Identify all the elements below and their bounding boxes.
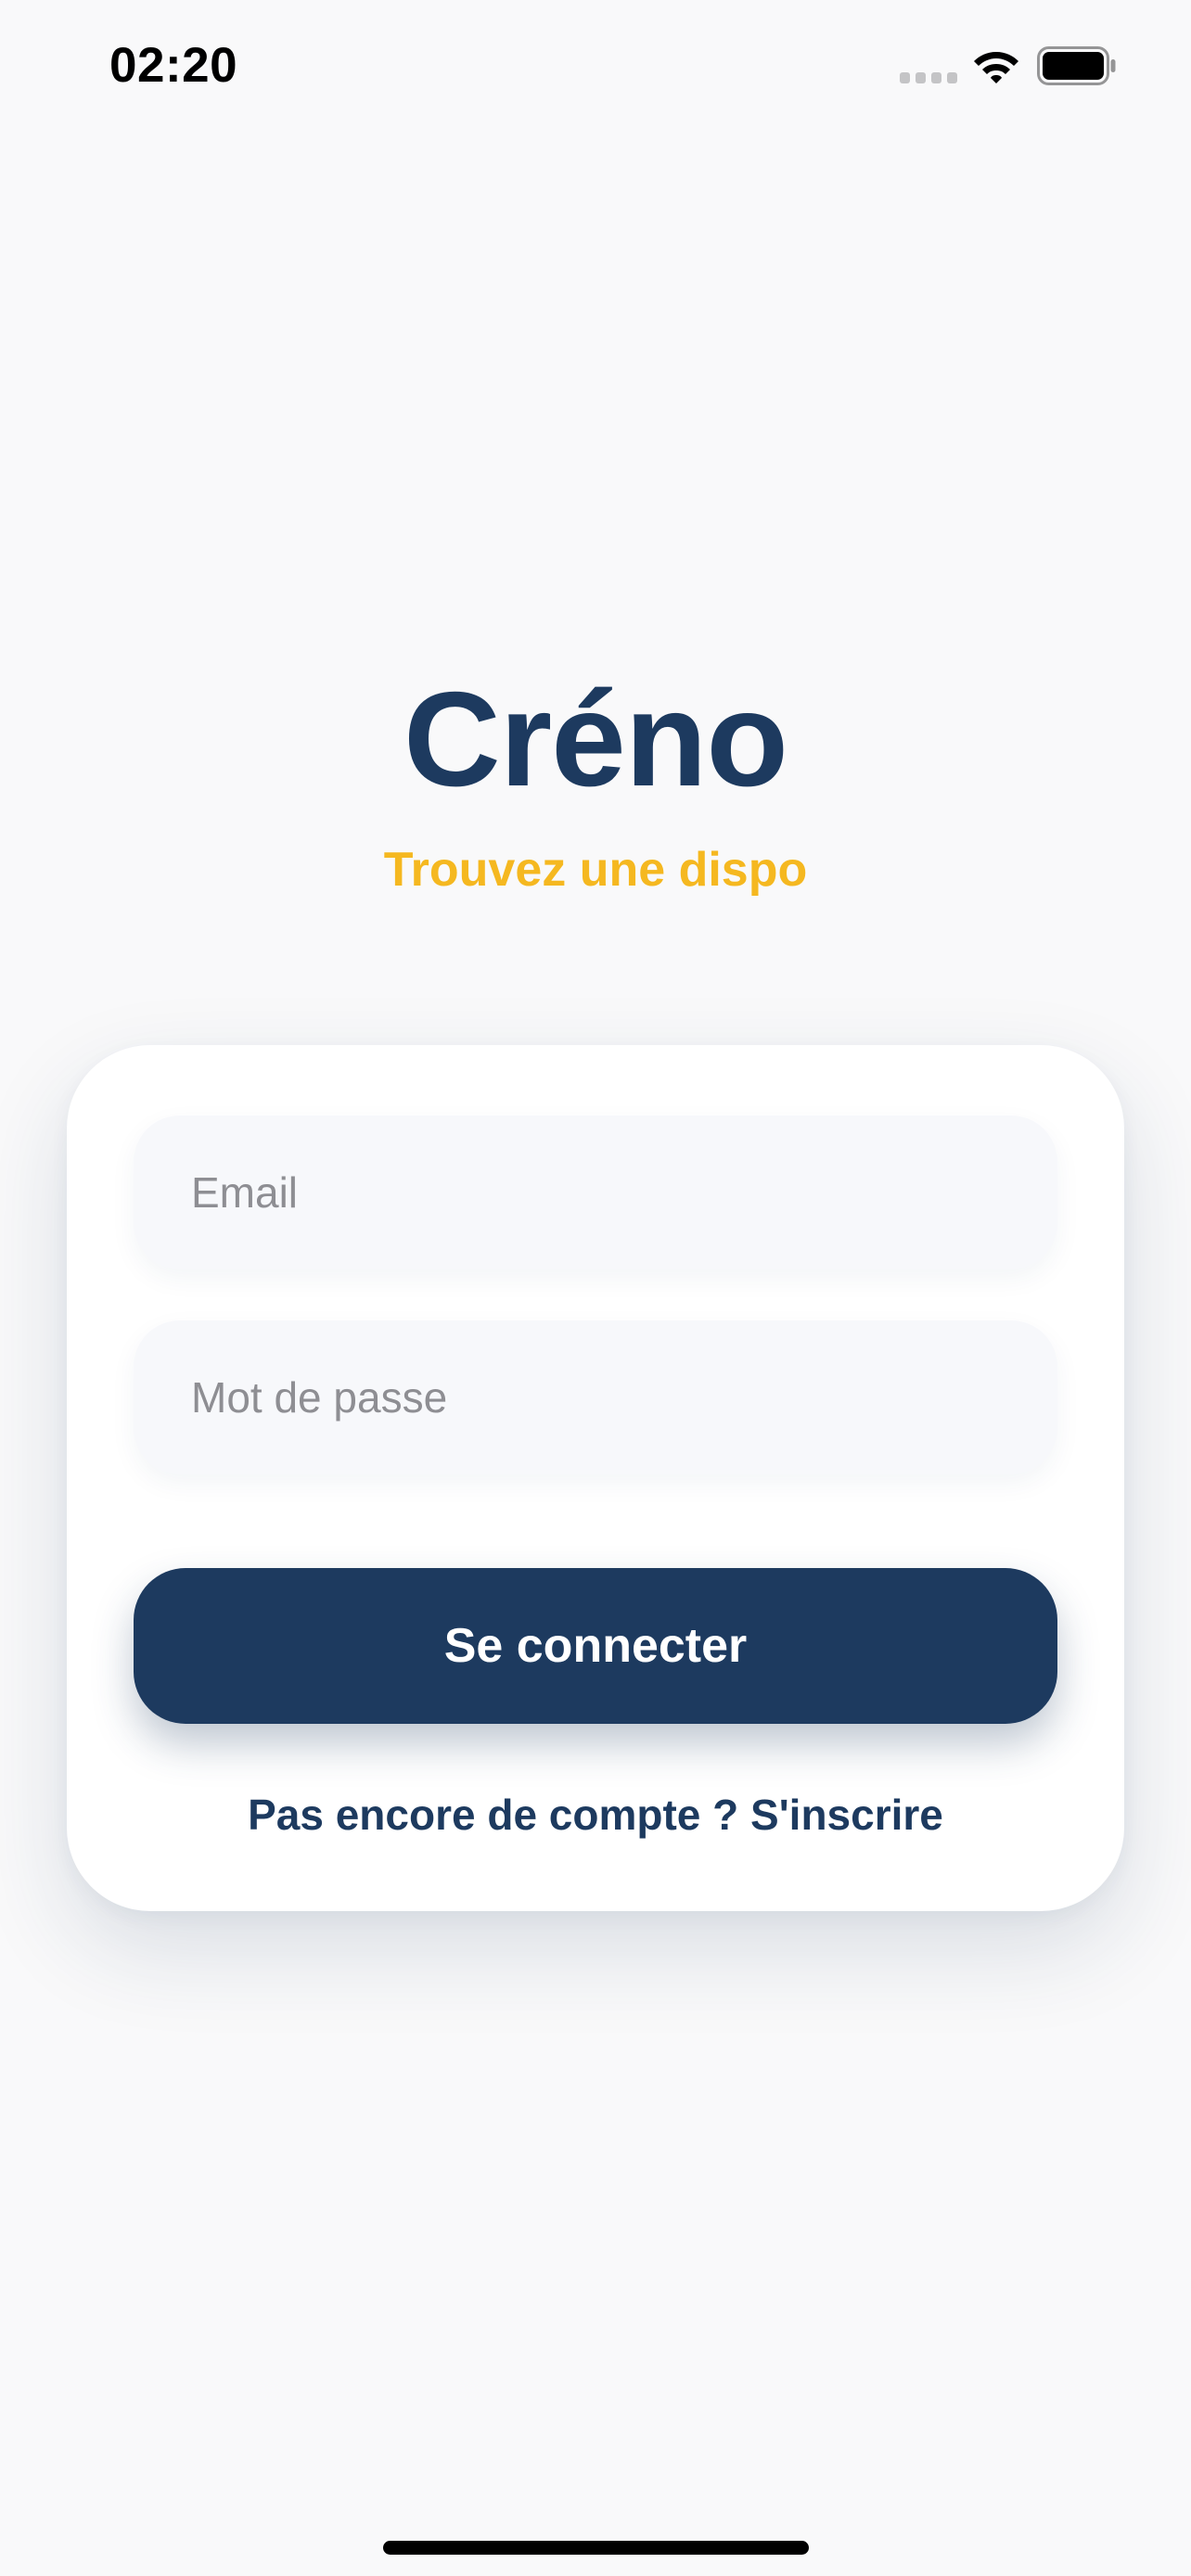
cellular-signal-icon: [900, 72, 957, 83]
battery-icon: [1037, 46, 1116, 85]
email-field[interactable]: [134, 1116, 1057, 1269]
signup-link[interactable]: Pas encore de compte ? S'inscrire: [67, 1793, 1124, 1836]
app-tagline: Trouvez une dispo: [383, 843, 808, 897]
status-bar: 02:20: [0, 0, 1191, 130]
wifi-icon: [974, 52, 1018, 83]
status-time: 02:20: [109, 38, 238, 93]
app-title: Créno: [403, 664, 788, 814]
login-screen: 02:20 Créno Trouvez une dispo Se connect…: [0, 0, 1191, 2576]
home-indicator[interactable]: [383, 2541, 809, 2555]
password-field[interactable]: [134, 1320, 1057, 1474]
login-button[interactable]: Se connecter: [134, 1568, 1057, 1724]
